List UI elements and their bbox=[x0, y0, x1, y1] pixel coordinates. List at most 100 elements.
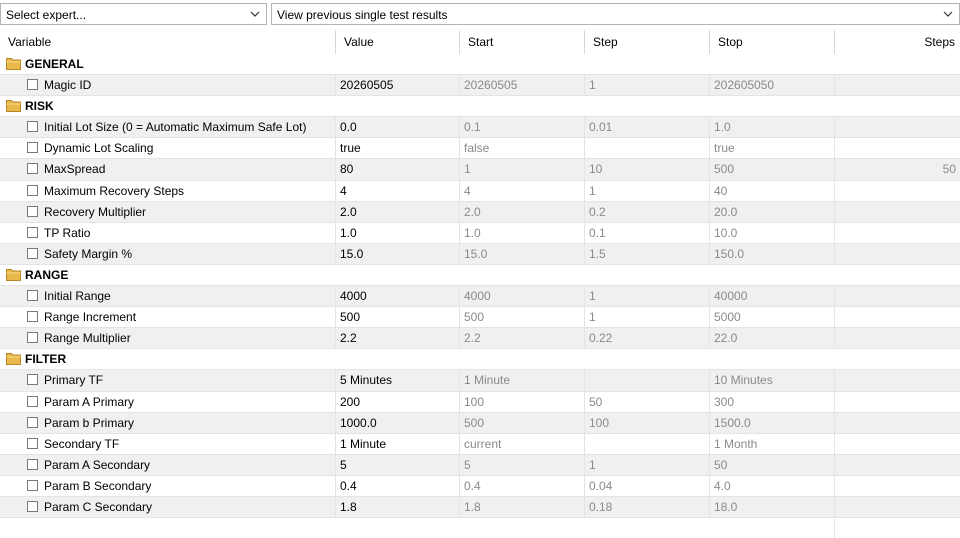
table-row[interactable]: Initial Range 4000 4000 1 40000 bbox=[0, 286, 960, 308]
steps-cell[interactable] bbox=[835, 181, 960, 201]
optimize-checkbox[interactable] bbox=[27, 247, 38, 259]
step-cell[interactable] bbox=[585, 370, 710, 391]
step-cell[interactable]: 0.01 bbox=[585, 117, 710, 138]
table-row[interactable]: Safety Margin % 15.0 15.0 1.5 150.0 bbox=[0, 243, 960, 265]
start-cell[interactable]: 5 bbox=[460, 454, 585, 475]
stop-cell[interactable]: 18.0 bbox=[710, 496, 835, 518]
stop-cell[interactable]: 10.0 bbox=[710, 222, 835, 243]
optimize-checkbox[interactable] bbox=[27, 79, 38, 91]
step-cell[interactable]: 0.18 bbox=[585, 496, 710, 518]
step-cell[interactable]: 1.5 bbox=[585, 243, 710, 264]
optimize-checkbox[interactable] bbox=[27, 479, 38, 491]
table-row[interactable]: Dynamic Lot Scaling true false true bbox=[0, 138, 960, 160]
step-cell[interactable]: 0.22 bbox=[585, 328, 710, 349]
table-row[interactable]: Magic ID 20260505 20260505 1 202605050 bbox=[0, 75, 960, 97]
stop-cell[interactable]: 500 bbox=[710, 159, 835, 180]
stop-cell[interactable]: 202605050 bbox=[710, 75, 835, 96]
stop-cell[interactable]: 4.0 bbox=[710, 475, 835, 496]
step-cell[interactable] bbox=[585, 138, 710, 159]
steps-cell[interactable] bbox=[835, 392, 960, 412]
step-cell[interactable]: 1 bbox=[585, 307, 710, 328]
value-cell[interactable]: 2.0 bbox=[336, 201, 460, 222]
optimize-checkbox[interactable] bbox=[27, 142, 38, 154]
start-cell[interactable]: 2.2 bbox=[460, 328, 585, 349]
table-row[interactable]: Param B Secondary 0.4 0.4 0.04 4.0 bbox=[0, 475, 960, 497]
stop-cell[interactable]: 300 bbox=[710, 391, 835, 412]
stop-cell[interactable]: 40 bbox=[710, 180, 835, 201]
stop-cell[interactable]: true bbox=[710, 138, 835, 159]
steps-cell[interactable] bbox=[835, 307, 960, 327]
optimize-checkbox[interactable] bbox=[27, 184, 38, 196]
step-cell[interactable]: 0.2 bbox=[585, 201, 710, 222]
value-cell[interactable]: 20260505 bbox=[336, 75, 460, 96]
stop-cell[interactable]: 22.0 bbox=[710, 328, 835, 349]
value-cell[interactable]: 5 bbox=[336, 454, 460, 475]
start-cell[interactable]: 500 bbox=[460, 307, 585, 328]
column-header-start[interactable]: Start bbox=[460, 30, 585, 54]
table-row[interactable]: Primary TF 5 Minutes 1 Minute 10 Minutes bbox=[0, 370, 960, 392]
table-row[interactable]: TP Ratio 1.0 1.0 0.1 10.0 bbox=[0, 222, 960, 244]
optimize-checkbox[interactable] bbox=[27, 458, 38, 470]
group-row-filter[interactable]: FILTER bbox=[0, 349, 960, 371]
table-row[interactable]: Param A Secondary 5 5 1 50 bbox=[0, 454, 960, 476]
column-header-value[interactable]: Value bbox=[336, 30, 460, 54]
start-cell[interactable]: 100 bbox=[460, 391, 585, 412]
group-row-general[interactable]: GENERAL bbox=[0, 54, 960, 76]
table-row[interactable]: Maximum Recovery Steps 4 4 1 40 bbox=[0, 180, 960, 202]
value-cell[interactable]: 1.8 bbox=[336, 496, 460, 518]
stop-cell[interactable]: 1500.0 bbox=[710, 412, 835, 433]
start-cell[interactable]: 1.8 bbox=[460, 496, 585, 518]
steps-cell[interactable] bbox=[835, 286, 960, 306]
optimize-checkbox[interactable] bbox=[27, 205, 38, 217]
steps-cell[interactable] bbox=[835, 497, 960, 517]
optimize-checkbox[interactable] bbox=[27, 121, 38, 133]
optimize-checkbox[interactable] bbox=[27, 500, 38, 512]
value-cell[interactable]: 0.0 bbox=[336, 117, 460, 138]
start-cell[interactable]: 0.1 bbox=[460, 117, 585, 138]
step-cell[interactable]: 50 bbox=[585, 391, 710, 412]
steps-cell[interactable] bbox=[835, 413, 960, 433]
optimize-checkbox[interactable] bbox=[27, 163, 38, 175]
start-cell[interactable]: 0.4 bbox=[460, 475, 585, 496]
table-row[interactable]: Initial Lot Size (0 = Automatic Maximum … bbox=[0, 117, 960, 139]
value-cell[interactable]: 80 bbox=[336, 159, 460, 180]
steps-cell[interactable] bbox=[835, 244, 960, 264]
optimize-checkbox[interactable] bbox=[27, 311, 38, 323]
step-cell[interactable]: 1 bbox=[585, 454, 710, 475]
value-cell[interactable]: 5 Minutes bbox=[336, 370, 460, 391]
column-header-variable[interactable]: Variable bbox=[0, 30, 336, 54]
start-cell[interactable]: 2.0 bbox=[460, 201, 585, 222]
optimize-checkbox[interactable] bbox=[27, 226, 38, 238]
steps-cell[interactable]: 50 bbox=[835, 159, 960, 179]
results-select[interactable]: View previous single test results bbox=[271, 3, 960, 25]
table-row[interactable]: Recovery Multiplier 2.0 2.0 0.2 20.0 bbox=[0, 201, 960, 223]
table-row[interactable]: Param A Primary 200 100 50 300 bbox=[0, 391, 960, 413]
value-cell[interactable]: 1.0 bbox=[336, 222, 460, 243]
step-cell[interactable]: 100 bbox=[585, 412, 710, 433]
steps-cell[interactable] bbox=[835, 202, 960, 222]
value-cell[interactable]: 200 bbox=[336, 391, 460, 412]
start-cell[interactable]: 1 Minute bbox=[460, 370, 585, 391]
steps-cell[interactable] bbox=[835, 455, 960, 475]
stop-cell[interactable]: 40000 bbox=[710, 286, 835, 307]
start-cell[interactable]: 1 bbox=[460, 159, 585, 180]
value-cell[interactable]: 500 bbox=[336, 307, 460, 328]
value-cell[interactable]: 0.4 bbox=[336, 475, 460, 496]
step-cell[interactable] bbox=[585, 433, 710, 454]
start-cell[interactable]: false bbox=[460, 138, 585, 159]
steps-cell[interactable] bbox=[835, 434, 960, 454]
column-header-steps[interactable]: Steps bbox=[835, 30, 960, 54]
start-cell[interactable]: 15.0 bbox=[460, 243, 585, 264]
optimize-checkbox[interactable] bbox=[27, 374, 38, 386]
value-cell[interactable]: 1000.0 bbox=[336, 412, 460, 433]
start-cell[interactable]: 4 bbox=[460, 180, 585, 201]
group-row-risk[interactable]: RISK bbox=[0, 96, 960, 118]
value-cell[interactable]: 2.2 bbox=[336, 328, 460, 349]
value-cell[interactable]: 4000 bbox=[336, 286, 460, 307]
step-cell[interactable]: 1 bbox=[585, 286, 710, 307]
column-header-stop[interactable]: Stop bbox=[710, 30, 835, 54]
value-cell[interactable]: 4 bbox=[336, 180, 460, 201]
optimize-checkbox[interactable] bbox=[27, 437, 38, 449]
table-row[interactable]: Param C Secondary 1.8 1.8 0.18 18.0 bbox=[0, 496, 960, 519]
value-cell[interactable]: 15.0 bbox=[336, 243, 460, 264]
